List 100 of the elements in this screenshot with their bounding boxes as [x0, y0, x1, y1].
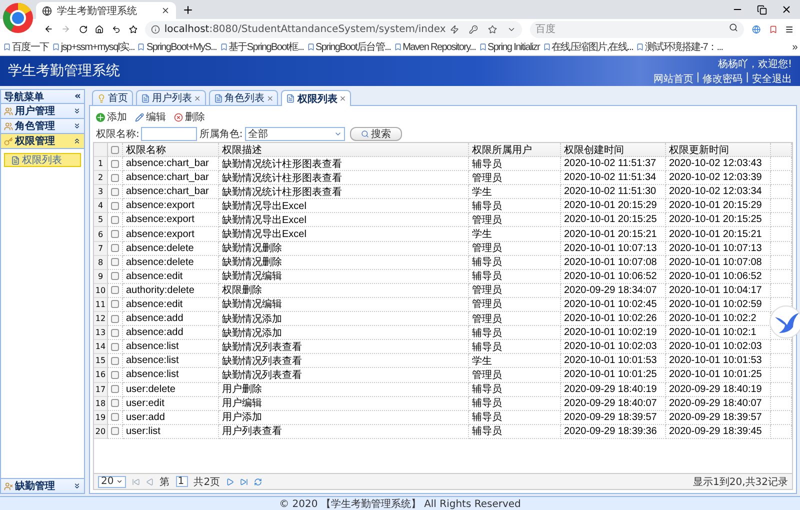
home-icon — [95, 24, 104, 34]
menu-group[interactable]: 权限管理 — [1, 134, 84, 149]
field-label: 所属角色: — [199, 128, 243, 140]
row-checkbox[interactable] — [111, 216, 119, 224]
close-tab[interactable]: × — [266, 94, 274, 102]
menu-item[interactable]: 权限列表 — [4, 153, 81, 167]
name-input[interactable] — [141, 126, 198, 140]
page-icon — [141, 94, 150, 102]
expand-icon — [73, 122, 81, 130]
bookmark[interactable]: 测试环境搭建-7：... — [636, 40, 723, 54]
new-tab-icon[interactable] — [182, 4, 194, 16]
row-checkbox[interactable] — [111, 300, 119, 308]
row-number: 17 — [94, 382, 108, 397]
bookmark-icon — [636, 43, 644, 51]
undo-icon — [112, 24, 121, 34]
close-icon — [781, 4, 792, 15]
row-checkbox[interactable] — [111, 188, 119, 196]
record-summary: 显示1到20,共32记录 — [693, 476, 788, 488]
refresh-icon — [254, 478, 262, 486]
bookmark-icon — [52, 43, 60, 51]
page-input[interactable]: 1 — [176, 476, 188, 487]
app-title: 学生考勤管理系统 — [8, 62, 120, 80]
restore-icon — [757, 4, 767, 14]
menu-group[interactable]: 角色管理 — [1, 119, 84, 134]
bookmark[interactable]: SpringBoot后台管... — [306, 40, 391, 54]
table-cell: 2020-09-29 18:39:36 — [561, 424, 666, 439]
more-bookmarks[interactable]: » — [792, 42, 797, 52]
page-label: 第 — [160, 476, 170, 488]
header-link[interactable]: 安全退出 — [752, 72, 792, 86]
row-checkbox[interactable] — [111, 385, 119, 394]
tab[interactable]: 用户列表 × — [136, 90, 206, 105]
bookmark[interactable]: SpringBoot+MyS... — [137, 42, 217, 52]
row-checkbox[interactable] — [111, 370, 119, 379]
row-checkbox[interactable] — [111, 160, 119, 168]
row-number: 9 — [94, 270, 108, 284]
row-checkbox[interactable] — [111, 342, 119, 351]
bookmark-icon — [3, 43, 11, 51]
last-page-icon — [240, 478, 248, 486]
row-number: 15 — [94, 354, 108, 368]
previous-page-icon — [146, 478, 154, 486]
row-checkbox[interactable] — [111, 230, 119, 238]
bookmark[interactable]: Spring Initializr — [478, 42, 540, 52]
first-page-icon — [132, 478, 140, 486]
info-icon — [151, 24, 160, 34]
url-text: localhost:8080/StudentAttandanceSystem/system/index — [164, 24, 446, 34]
row-number: 5 — [94, 213, 108, 228]
row-checkbox[interactable] — [111, 427, 119, 436]
sidebar-title: 导航菜单 — [4, 90, 44, 104]
row-checkbox[interactable] — [111, 202, 119, 210]
row-checkbox[interactable] — [111, 244, 119, 252]
bookmark[interactable]: 在线压缩图片,在线... — [542, 40, 634, 54]
bookmark[interactable]: Maven Repository... — [394, 42, 476, 52]
row-number: 3 — [94, 185, 108, 200]
row-checkbox[interactable] — [111, 399, 119, 408]
row-checkbox[interactable] — [111, 328, 119, 337]
header-link[interactable]: 修改密码 — [702, 72, 743, 86]
row-checkbox[interactable] — [111, 314, 119, 323]
key-icon — [468, 24, 478, 34]
pencil-icon — [135, 112, 144, 122]
row-checkbox[interactable] — [111, 356, 119, 365]
row-checkbox[interactable] — [111, 272, 119, 280]
bookmark[interactable]: 基于SpringBoot框... — [220, 40, 304, 54]
expand-icon — [73, 482, 81, 490]
page-icon — [11, 156, 20, 164]
role-select[interactable]: 全部 — [244, 126, 345, 140]
toolbar-button[interactable]: 编辑 — [135, 110, 166, 124]
tab[interactable]: 权限列表 × — [281, 90, 352, 106]
close-tab[interactable]: × — [194, 94, 201, 102]
row-checkbox[interactable] — [111, 258, 119, 266]
row-number: 2 — [94, 171, 108, 186]
forward-icon — [61, 23, 71, 35]
page-count: 共2页 — [194, 476, 220, 488]
bird-icon[interactable] — [769, 305, 800, 339]
row-number: 4 — [94, 199, 108, 214]
menu-group[interactable]: 用户管理 — [1, 104, 84, 119]
add-icon — [96, 112, 105, 122]
bookmark-icon — [137, 43, 146, 51]
page-size-select[interactable]: 20 — [98, 476, 126, 488]
bookmark[interactable]: jsp+ssm+mysql实... — [52, 40, 134, 54]
browser-tab[interactable]: 学生考勤管理系统 — [36, 2, 176, 19]
close-tab[interactable]: × — [339, 94, 346, 103]
row-checkbox[interactable] — [111, 174, 119, 182]
toolbar-button[interactable]: 添加 — [96, 110, 127, 124]
toolbar-button[interactable]: 删除 — [174, 110, 205, 124]
address-bar[interactable]: localhost:8080/StudentAttandanceSystem/system/index — [145, 20, 522, 38]
select-all-checkbox[interactable] — [111, 146, 119, 154]
tab[interactable]: 首页 — [92, 90, 133, 105]
bookmark[interactable]: 百度一下 — [3, 40, 49, 54]
row-checkbox[interactable] — [111, 286, 119, 294]
search-button[interactable]: 搜索 — [350, 126, 402, 140]
menu-group[interactable]: 缺勤管理 — [1, 478, 84, 493]
collapse-icon — [73, 137, 81, 145]
lightbulb-icon — [97, 94, 106, 102]
collapse-toggle[interactable]: « — [74, 91, 81, 102]
row-checkbox[interactable] — [111, 413, 119, 422]
bolt-icon — [450, 24, 459, 34]
header-link[interactable]: 网站首页 — [653, 72, 694, 86]
star-icon — [128, 24, 138, 34]
tab[interactable]: 角色列表 × — [208, 90, 278, 105]
expand-icon — [73, 107, 81, 115]
